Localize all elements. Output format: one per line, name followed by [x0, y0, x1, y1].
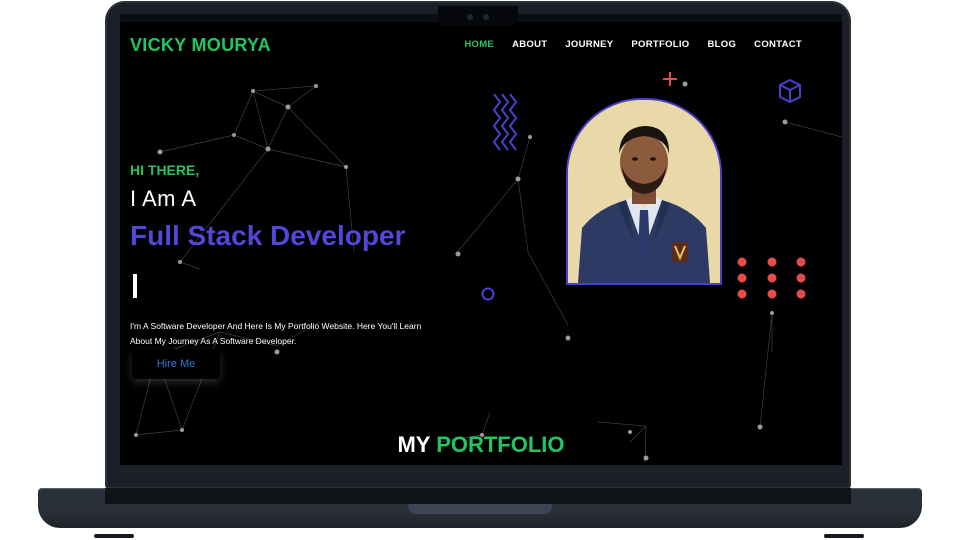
laptop-hinge-strip [105, 488, 851, 504]
hero-description-line: I'm A Software Developer And Here Is My … [130, 321, 422, 331]
section-title: MY PORTFOLIO [120, 432, 842, 458]
hero-intro: I Am A [130, 186, 197, 211]
main-nav: HOME ABOUT JOURNEY PORTFOLIO BLOG CONTAC… [464, 39, 802, 50]
hero-role: Full Stack Developer [130, 220, 406, 251]
section-title-part: MY [397, 432, 437, 457]
laptop-mockup: VICKY MOURYA HOME ABOUT JOURNEY PORTFOLI… [0, 0, 960, 540]
nav-contact[interactable]: CONTACT [754, 39, 802, 50]
zigzag-icon [492, 93, 518, 151]
person-portrait-icon [568, 100, 720, 283]
camera-sensor [483, 14, 489, 20]
dot-grid-icon [737, 257, 806, 299]
camera-notch [438, 6, 518, 26]
plus-icon [663, 72, 677, 86]
hero-description-line: About My Journey As A Software Developer… [130, 336, 297, 346]
camera-lens [467, 14, 473, 20]
nav-portfolio[interactable]: PORTFOLIO [631, 39, 689, 50]
cube-icon [779, 79, 801, 103]
nav-journey[interactable]: JOURNEY [565, 39, 613, 50]
hire-me-button[interactable]: Hire Me [132, 349, 220, 379]
section-title-accent: PORTFOLIO [436, 432, 565, 457]
hero-greeting: HI THERE, [130, 162, 200, 178]
ring-icon [481, 287, 495, 301]
laptop-trackpad-notch [408, 504, 552, 514]
site-logo[interactable]: VICKY MOURYA [130, 35, 271, 56]
nav-blog[interactable]: BLOG [708, 39, 737, 50]
nav-about[interactable]: ABOUT [512, 39, 547, 50]
profile-photo [566, 98, 722, 285]
nav-home[interactable]: HOME [464, 39, 494, 50]
screen-bezel-bottom [120, 465, 842, 481]
hero-description: I'm A Software Developer And Here Is My … [130, 319, 460, 349]
laptop-foot [94, 534, 134, 538]
laptop-screen: VICKY MOURYA HOME ABOUT JOURNEY PORTFOLI… [120, 14, 842, 473]
typing-cursor [133, 274, 137, 298]
laptop-foot [824, 534, 864, 538]
